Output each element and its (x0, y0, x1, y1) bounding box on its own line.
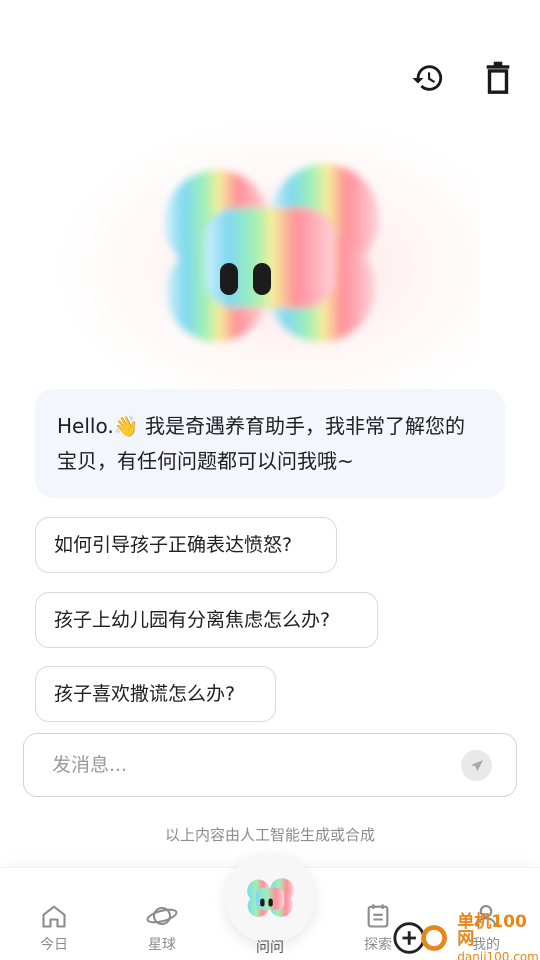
history-icon (412, 65, 443, 91)
tab-planet[interactable]: 星球 (122, 902, 202, 954)
assistant-mascot (60, 120, 480, 390)
mascot-icon (247, 878, 294, 917)
suggestion-chip[interactable]: 如何引导孩子正确表达愤怒? (35, 517, 337, 573)
site-watermark: 单机100网 danji100.com (392, 911, 540, 960)
mascot-icon (165, 164, 379, 342)
delete-button[interactable] (478, 58, 518, 98)
tab-label: 星球 (148, 937, 176, 953)
suggestion-chip[interactable]: 孩子喜欢撒谎怎么办? (35, 666, 276, 722)
assistant-greeting-text: Hello.👋 我是奇遇养育助手，我非常了解您的宝贝，有任何问题都可以问我哦~ (57, 414, 465, 473)
send-button[interactable] (461, 750, 492, 781)
ask-button (225, 853, 315, 943)
message-composer (23, 733, 517, 797)
history-button[interactable] (408, 58, 448, 98)
notebook-icon (367, 904, 389, 928)
tab-label: 探索 (364, 937, 392, 953)
home-icon (42, 905, 66, 928)
tab-ask[interactable]: 问问 (225, 853, 315, 960)
watermark-logo-icon (393, 922, 447, 954)
top-actions (408, 58, 518, 98)
planet-icon (146, 906, 178, 926)
watermark-title: 单机100网 (457, 911, 527, 949)
trash-icon (486, 61, 510, 94)
send-icon (470, 759, 483, 771)
suggestion-chip[interactable]: 孩子上幼儿园有分离焦虑怎么办? (35, 592, 378, 648)
tab-today[interactable]: 今日 (14, 902, 94, 954)
tab-label: 今日 (40, 937, 68, 953)
tab-label: 问问 (256, 940, 284, 956)
assistant-greeting-bubble: Hello.👋 我是奇遇养育助手，我非常了解您的宝贝，有任何问题都可以问我哦~ (35, 389, 505, 498)
watermark-url: danji100.com (457, 949, 539, 960)
ai-disclaimer: 以上内容由人工智能生成或合成 (164, 826, 375, 844)
message-input[interactable] (52, 734, 452, 796)
